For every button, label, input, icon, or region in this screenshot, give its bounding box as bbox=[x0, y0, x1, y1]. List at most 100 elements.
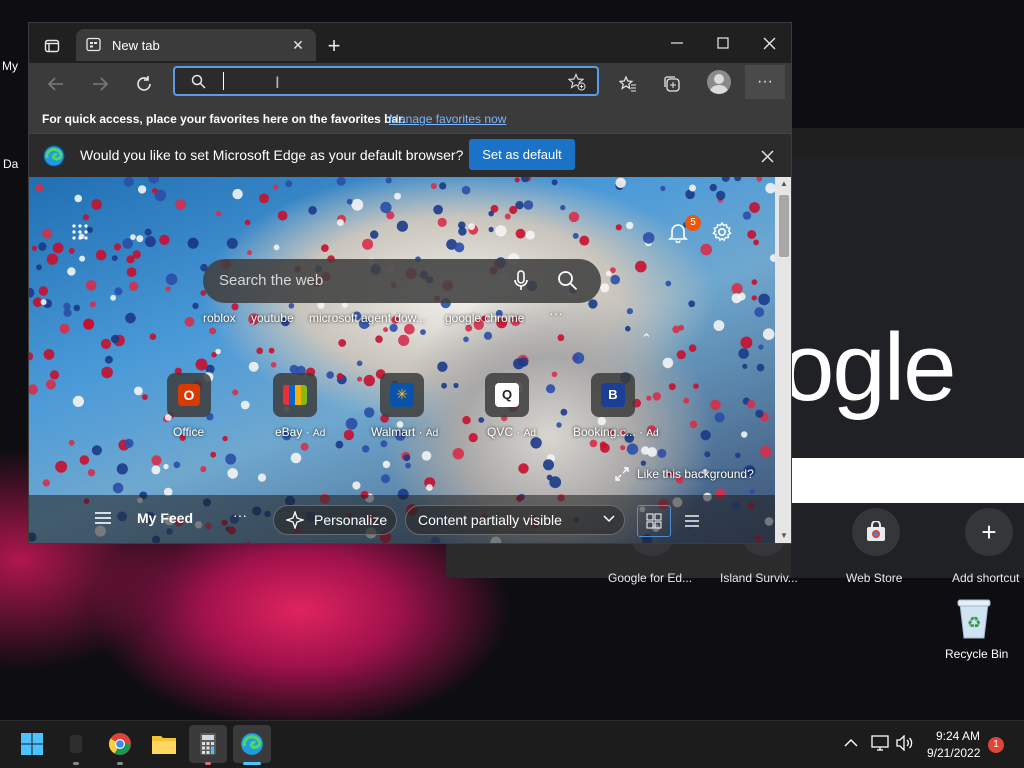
feed-more-options-icon[interactable]: ··· bbox=[233, 507, 247, 523]
quick-link-booking[interactable]: B bbox=[591, 373, 635, 417]
app-launcher-icon[interactable] bbox=[71, 223, 89, 246]
walmart-icon: ✳ bbox=[390, 383, 414, 407]
clock-time[interactable]: 9:24 AM bbox=[936, 729, 980, 743]
quick-link-qvc[interactable]: Q bbox=[485, 373, 529, 417]
collections-icon[interactable] bbox=[659, 71, 685, 97]
scrollbar-thumb[interactable] bbox=[779, 195, 789, 257]
quick-link-ebay[interactable]: e bbox=[273, 373, 317, 417]
edge-logo-icon bbox=[43, 145, 65, 172]
quick-link-label: Walmart · Ad bbox=[371, 425, 439, 439]
running-indicator bbox=[117, 762, 123, 765]
my-feed-title[interactable]: My Feed bbox=[137, 510, 193, 526]
start-button[interactable] bbox=[13, 725, 51, 763]
desktop-icon-label[interactable]: Da bbox=[3, 157, 18, 171]
chevron-down-icon bbox=[602, 511, 616, 528]
search-suggestion[interactable]: google chrome bbox=[445, 311, 524, 325]
navigation-toolbar: I ··· bbox=[29, 63, 791, 105]
refresh-button[interactable] bbox=[131, 71, 157, 97]
sparkle-pen-icon bbox=[286, 511, 304, 529]
tab-actions-icon[interactable] bbox=[41, 35, 63, 57]
quick-link-label: Office bbox=[173, 425, 205, 439]
show-hidden-icons-chevron[interactable] bbox=[844, 736, 858, 754]
back-button[interactable] bbox=[43, 71, 69, 97]
microphone-icon[interactable] bbox=[513, 270, 529, 297]
desktop-icon-label[interactable]: My bbox=[2, 59, 18, 73]
infobar-message: Would you like to set Microsoft Edge as … bbox=[80, 147, 464, 163]
tab-title: New tab bbox=[112, 38, 160, 53]
web-search-box[interactable]: Search the web bbox=[203, 259, 601, 303]
clock-date[interactable]: 9/21/2022 bbox=[927, 746, 980, 760]
shortcut-label: Add shortcut bbox=[952, 571, 1020, 585]
close-tab-icon[interactable]: ✕ bbox=[288, 35, 308, 55]
maximize-button[interactable] bbox=[711, 31, 735, 55]
search-suggestion[interactable]: roblox bbox=[203, 311, 236, 325]
taskbar: 9:24 AM 9/21/2022 1 bbox=[0, 720, 1024, 768]
web-store-icon bbox=[867, 521, 885, 541]
active-indicator bbox=[243, 762, 261, 765]
scroll-down-arrow-icon[interactable]: ▼ bbox=[780, 531, 788, 540]
add-shortcut-button[interactable]: + bbox=[965, 508, 1013, 556]
address-bar[interactable]: I bbox=[173, 66, 599, 96]
more-suggestions-icon[interactable]: ··· bbox=[549, 305, 563, 321]
search-suggestion[interactable]: youtube bbox=[251, 311, 294, 325]
quick-link-office[interactable]: O bbox=[167, 373, 211, 417]
folder-icon bbox=[152, 736, 176, 754]
shortcut-web-store[interactable] bbox=[852, 508, 900, 556]
page-scrollbar[interactable]: ▲ ▼ bbox=[775, 177, 791, 543]
collapse-chevron-icon[interactable]: ⌃ bbox=[641, 331, 652, 347]
profile-avatar[interactable] bbox=[707, 70, 731, 94]
grid-icon bbox=[646, 513, 662, 529]
list-view-button[interactable] bbox=[677, 505, 707, 537]
search-icon bbox=[191, 74, 206, 94]
list-icon bbox=[685, 515, 699, 527]
taskbar-file-explorer[interactable] bbox=[145, 725, 183, 763]
taskbar-chrome[interactable] bbox=[101, 725, 139, 763]
i-beam-cursor-icon: I bbox=[275, 73, 280, 92]
google-logo: ogle bbox=[791, 314, 956, 421]
feed-menu-icon[interactable] bbox=[95, 511, 111, 530]
svg-text:♻: ♻ bbox=[967, 613, 981, 632]
recycle-bin-icon[interactable]: ♻ bbox=[952, 596, 996, 640]
scroll-up-arrow-icon[interactable]: ▲ bbox=[780, 179, 788, 188]
windows-logo-icon bbox=[21, 733, 43, 755]
personalize-label: Personalize bbox=[314, 512, 388, 528]
background-image bbox=[29, 177, 775, 543]
content-visibility-dropdown[interactable]: Content partially visible bbox=[405, 505, 625, 535]
recycle-bin-label: Recycle Bin bbox=[945, 647, 1009, 661]
google-search-box[interactable] bbox=[791, 458, 1024, 503]
calculator-icon bbox=[200, 733, 216, 755]
like-background-label: Like this background? bbox=[637, 467, 754, 481]
quick-link-label: eBay · Ad bbox=[275, 425, 326, 439]
grid-view-button[interactable] bbox=[637, 505, 671, 537]
volume-icon[interactable] bbox=[896, 734, 914, 756]
search-submit-icon[interactable] bbox=[557, 270, 578, 296]
page-settings-gear-icon[interactable] bbox=[711, 221, 733, 248]
notification-center-badge[interactable]: 1 bbox=[988, 737, 1004, 753]
feed-toolbar: My Feed ··· Personalize Content partiall… bbox=[29, 495, 775, 543]
personalize-button[interactable]: Personalize bbox=[273, 505, 397, 535]
settings-and-more-button[interactable]: ··· bbox=[745, 65, 785, 99]
edge-browser-window[interactable]: New tab ✕ + I ··· For quick access, plac… bbox=[28, 22, 792, 544]
favorites-icon[interactable] bbox=[615, 71, 641, 97]
close-infobar-icon[interactable] bbox=[757, 146, 777, 166]
shortcut-label: Web Store bbox=[846, 571, 903, 585]
taskbar-edge[interactable] bbox=[233, 725, 271, 763]
quick-link-label: QVC · Ad bbox=[487, 425, 536, 439]
search-suggestion[interactable]: microsoft agent dow... bbox=[309, 311, 426, 325]
running-indicator bbox=[205, 762, 211, 765]
set-as-default-button[interactable]: Set as default bbox=[469, 139, 575, 170]
minimize-button[interactable] bbox=[665, 31, 689, 55]
tab-new-tab[interactable]: New tab ✕ bbox=[76, 29, 316, 61]
new-tab-page: 5 Search the web roblox youtube microsof… bbox=[29, 177, 775, 543]
new-tab-button[interactable]: + bbox=[321, 33, 347, 59]
plus-icon: + bbox=[981, 516, 997, 547]
add-favorite-icon[interactable] bbox=[567, 72, 587, 92]
taskbar-app-dark[interactable] bbox=[57, 725, 95, 763]
taskbar-calculator[interactable] bbox=[189, 725, 227, 763]
network-icon[interactable] bbox=[871, 735, 889, 756]
manage-favorites-link[interactable]: Manage favorites now bbox=[389, 112, 506, 126]
like-background-button[interactable]: Like this background? bbox=[615, 467, 754, 481]
quick-link-walmart[interactable]: ✳ bbox=[380, 373, 424, 417]
forward-button[interactable] bbox=[87, 71, 113, 97]
close-window-button[interactable] bbox=[757, 31, 781, 55]
